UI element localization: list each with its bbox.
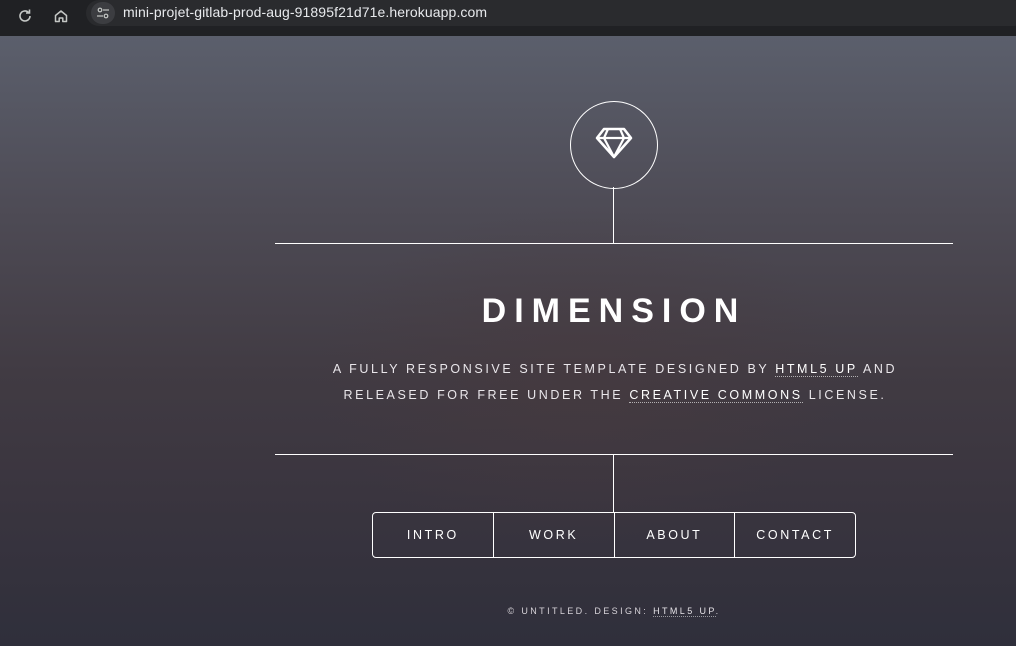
- page: DIMENSION A fully responsive site templa…: [0, 36, 1016, 646]
- html5up-link[interactable]: HTML5 UP: [775, 362, 858, 377]
- nav-about[interactable]: ABOUT: [613, 513, 735, 557]
- divider-top: [275, 243, 953, 244]
- connector-bottom: [613, 455, 614, 512]
- subtitle: A fully responsive site template designe…: [295, 356, 935, 408]
- logo: [570, 101, 658, 189]
- divider-bottom: [275, 454, 953, 455]
- nav-contact[interactable]: CONTACT: [734, 513, 855, 557]
- reload-icon[interactable]: [13, 4, 37, 28]
- connector-top: [613, 187, 614, 243]
- footer-html5up-link[interactable]: HTML5 UP: [653, 606, 716, 617]
- url-text[interactable]: mini-projet-gitlab-prod-aug-91895f21d71e…: [123, 4, 487, 20]
- tune-icon[interactable]: [91, 2, 115, 24]
- footer: © Untitled. Design: HTML5 UP.: [275, 606, 953, 617]
- main-nav: INTRO WORK ABOUT CONTACT: [372, 512, 856, 558]
- nav-intro[interactable]: INTRO: [373, 513, 493, 557]
- browser-toolbar: mini-projet-gitlab-prod-aug-91895f21d71e…: [0, 0, 1016, 36]
- creative-commons-link[interactable]: Creative Commons: [629, 388, 803, 403]
- diamond-icon: [595, 127, 633, 164]
- footer-text: © Untitled. Design:: [507, 606, 654, 616]
- home-icon[interactable]: [49, 4, 73, 28]
- subtitle-text-3: license.: [802, 388, 887, 402]
- nav-work[interactable]: WORK: [492, 513, 614, 557]
- footer-end: .: [715, 606, 721, 616]
- page-title: DIMENSION: [481, 292, 747, 330]
- subtitle-text-1: A fully responsive site template designe…: [332, 362, 776, 376]
